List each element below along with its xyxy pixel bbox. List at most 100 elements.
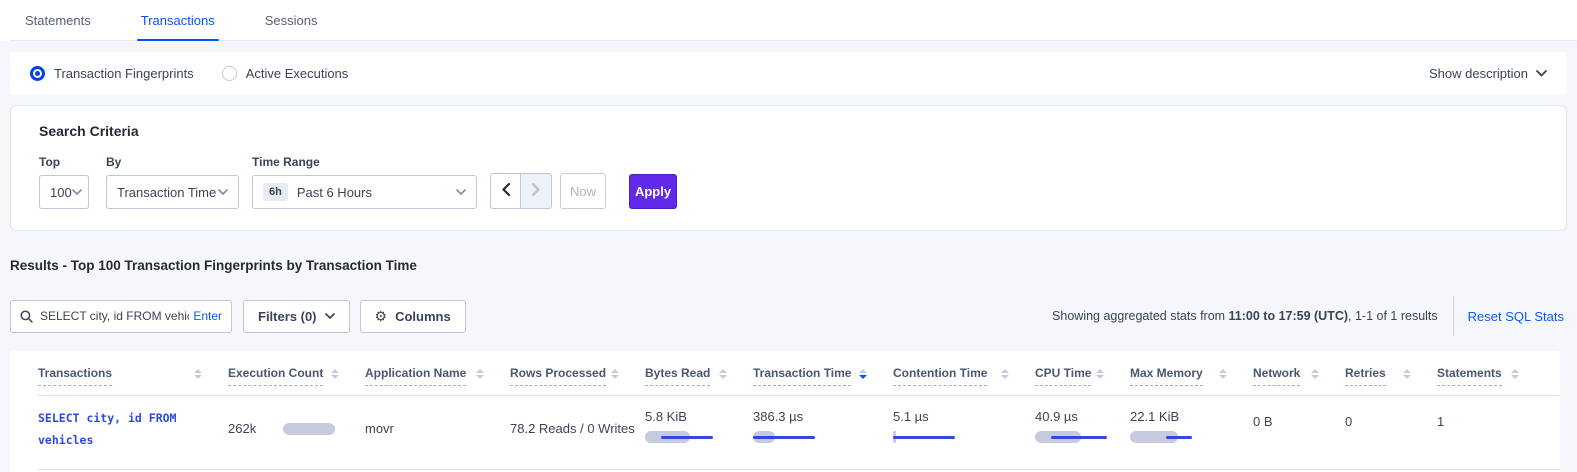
radio-transaction-fingerprints[interactable]: Transaction Fingerprints	[30, 66, 194, 81]
cell-statements: 1	[1437, 406, 1545, 429]
column-header-statements[interactable]: Statements	[1437, 366, 1545, 386]
radio-active-executions[interactable]: Active Executions	[222, 66, 349, 81]
column-label: Application Name	[365, 366, 466, 386]
top-select-value: 100	[50, 185, 72, 200]
toolbar-divider	[1453, 296, 1454, 336]
results-toolbar: Enter Filters (0) ⚙ Columns Showing aggr…	[10, 296, 1567, 336]
chevron-down-icon	[72, 189, 82, 195]
column-header-network[interactable]: Network	[1253, 366, 1345, 386]
transactions-table: Transactions Execution Count Application N…	[10, 351, 1560, 472]
search-criteria-title: Search Criteria	[39, 123, 1538, 139]
sort-icon[interactable]	[194, 366, 202, 379]
now-button[interactable]: Now	[560, 173, 606, 209]
execution-count-bar	[283, 423, 335, 435]
metric-bar	[1035, 431, 1130, 443]
chevron-right-icon	[532, 183, 540, 199]
chevron-left-icon	[502, 183, 510, 199]
cell-network: 0 B	[1253, 406, 1345, 429]
filters-label: Filters (0)	[258, 309, 317, 324]
top-select[interactable]: 100	[39, 175, 89, 209]
sort-icon[interactable]	[476, 366, 484, 379]
tab-transactions[interactable]: Transactions	[141, 0, 215, 41]
table-separator	[38, 469, 1560, 470]
sort-icon[interactable]	[1219, 366, 1227, 379]
column-label: CPU Time	[1035, 366, 1091, 386]
search-input[interactable]	[40, 309, 189, 323]
columns-button[interactable]: ⚙ Columns	[360, 300, 466, 333]
cell-execution-count: 262k	[228, 406, 365, 452]
radio-selected-icon	[30, 66, 45, 81]
top-label: Top	[39, 155, 106, 169]
sort-icon[interactable]	[331, 366, 339, 379]
show-description-label: Show description	[1429, 66, 1528, 81]
sort-icon[interactable]	[1511, 366, 1519, 379]
sort-icon[interactable]	[859, 366, 867, 379]
cell-cpu-time: 40.9 µs	[1035, 406, 1130, 443]
search-criteria-card: Search Criteria Top 100 By Transaction T…	[10, 105, 1567, 231]
time-window-pager	[490, 173, 552, 209]
reset-sql-stats-link[interactable]: Reset SQL Stats	[1468, 309, 1564, 324]
page-tabs: Statements Transactions Sessions	[0, 0, 1577, 41]
query-search-box[interactable]: Enter	[10, 300, 232, 333]
tab-statements[interactable]: Statements	[25, 0, 91, 41]
metric-bar	[1130, 431, 1253, 443]
column-header-transactions[interactable]: Transactions	[38, 366, 228, 386]
results-title: Results - Top 100 Transaction Fingerprin…	[10, 258, 1567, 273]
time-range-select[interactable]: 6h Past 6 Hours	[252, 175, 477, 209]
by-select-value: Transaction Time	[117, 185, 216, 200]
sort-icon[interactable]	[1001, 366, 1009, 379]
column-label: Transaction Time	[753, 366, 851, 386]
next-time-window-button[interactable]	[521, 173, 552, 209]
table-data-row: SELECT city, id FROMvehicles262kmovr78.2…	[38, 396, 1560, 460]
column-label: Retries	[1345, 366, 1386, 386]
column-header-cpu-time[interactable]: CPU Time	[1035, 366, 1130, 386]
search-icon	[20, 310, 33, 323]
column-header-max-memory[interactable]: Max Memory	[1130, 366, 1253, 386]
time-range-label: Time Range	[252, 155, 477, 169]
column-label: Rows Processed	[510, 366, 606, 386]
chevron-down-icon	[218, 189, 228, 195]
metric-bar	[753, 431, 893, 443]
column-label: Network	[1253, 366, 1300, 386]
previous-time-window-button[interactable]	[490, 173, 521, 209]
by-select[interactable]: Transaction Time	[106, 175, 239, 209]
cell-application-name: movr	[365, 406, 510, 452]
cell-retries: 0	[1345, 406, 1437, 429]
gear-icon: ⚙	[375, 309, 388, 323]
chevron-down-icon	[1536, 70, 1547, 77]
columns-label: Columns	[395, 309, 451, 324]
sort-icon[interactable]	[611, 366, 619, 379]
column-header-execution-count[interactable]: Execution Count	[228, 366, 365, 386]
enter-hint[interactable]: Enter	[193, 309, 222, 323]
apply-button[interactable]: Apply	[629, 174, 677, 209]
sort-icon[interactable]	[1311, 366, 1319, 379]
column-header-transaction-time[interactable]: Transaction Time	[753, 366, 893, 386]
cell-transactions[interactable]: SELECT city, id FROMvehicles	[38, 406, 228, 452]
column-label: Execution Count	[228, 366, 323, 386]
sort-icon[interactable]	[1403, 366, 1411, 379]
sort-icon[interactable]	[1096, 366, 1104, 379]
aggregated-stats-text: Showing aggregated stats from 11:00 to 1…	[1052, 309, 1438, 323]
column-label: Statements	[1437, 366, 1502, 386]
column-header-retries[interactable]: Retries	[1345, 366, 1437, 386]
cell-contention-time: 5.1 µs	[893, 406, 1035, 443]
column-label: Transactions	[38, 366, 112, 386]
time-range-value: Past 6 Hours	[297, 185, 372, 200]
cell-rows-processed: 78.2 Reads / 0 Writes	[510, 406, 645, 452]
time-range-badge: 6h	[263, 183, 288, 201]
show-description-toggle[interactable]: Show description	[1429, 66, 1547, 81]
filters-button[interactable]: Filters (0)	[243, 300, 350, 333]
cell-max-memory: 22.1 KiB	[1130, 406, 1253, 443]
column-header-rows-processed[interactable]: Rows Processed	[510, 366, 645, 386]
metric-bar	[893, 431, 1035, 443]
column-header-application-name[interactable]: Application Name	[365, 366, 510, 386]
column-header-contention-time[interactable]: Contention Time	[893, 366, 1035, 386]
column-label: Max Memory	[1130, 366, 1203, 386]
tab-sessions[interactable]: Sessions	[265, 0, 318, 41]
metric-bar	[645, 431, 753, 443]
cell-bytes-read: 5.8 KiB	[645, 406, 753, 443]
radio-label: Active Executions	[246, 66, 349, 81]
sort-icon[interactable]	[719, 366, 727, 379]
cell-transaction-time: 386.3 µs	[753, 406, 893, 443]
column-header-bytes-read[interactable]: Bytes Read	[645, 366, 753, 386]
